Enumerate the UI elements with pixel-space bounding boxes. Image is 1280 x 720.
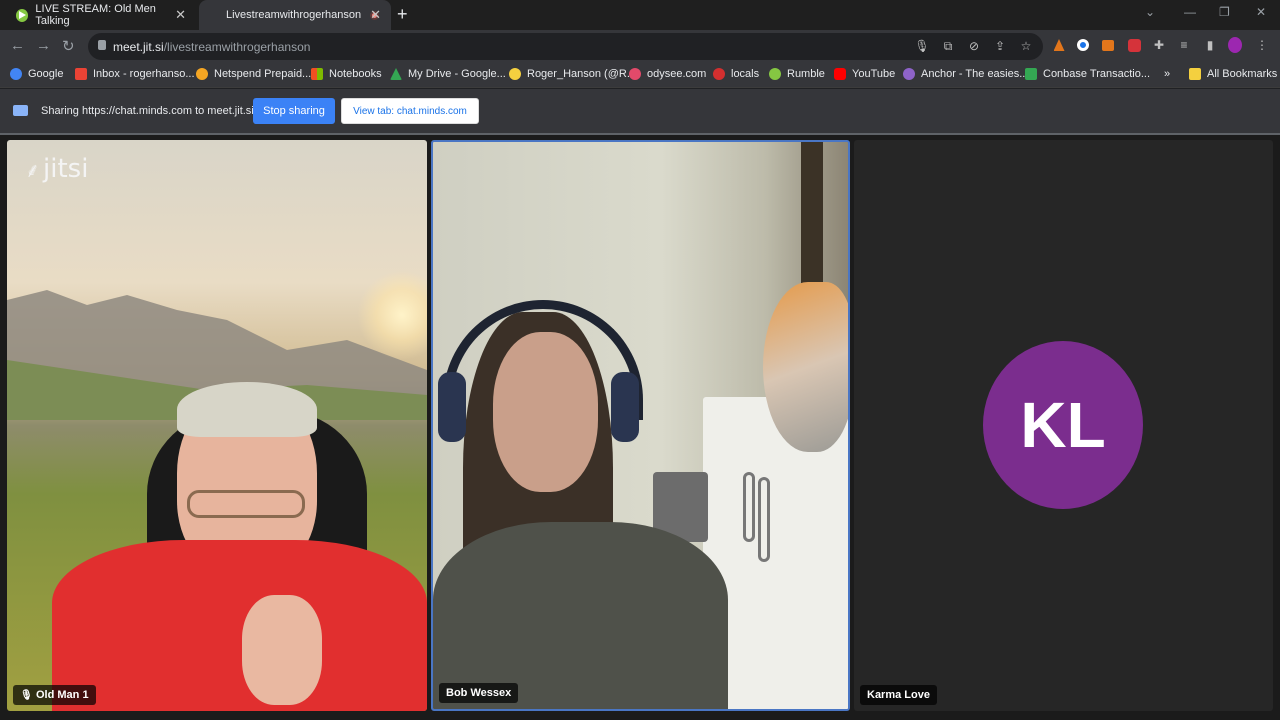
bookmark-drive[interactable]: My Drive - Google... bbox=[390, 68, 506, 80]
side-panel-icon[interactable]: ▮ bbox=[1203, 38, 1217, 52]
profile-avatar[interactable] bbox=[1228, 37, 1242, 53]
forward-icon[interactable]: → bbox=[36, 37, 51, 54]
participant-name-tag: Bob Wessex bbox=[439, 683, 519, 703]
participant-avatar: KL bbox=[983, 341, 1143, 509]
all-bookmarks[interactable]: All Bookmarks bbox=[1189, 68, 1277, 80]
bookmark-gmail[interactable]: Inbox - rogerhanso... bbox=[75, 68, 195, 80]
participant-tile-bob-wessex[interactable]: Bob Wessex bbox=[431, 140, 850, 711]
screen-share-infobar: Sharing https://chat.minds.com to meet.j… bbox=[0, 89, 1280, 133]
share-icon[interactable]: ⇪ bbox=[993, 39, 1007, 53]
tab-search-icon[interactable]: ⌄ bbox=[1145, 5, 1155, 19]
share-status-text: Sharing https://chat.minds.com to meet.j… bbox=[41, 105, 254, 117]
screen-share-icon bbox=[13, 105, 28, 116]
bookmark-star-icon[interactable]: ☆ bbox=[1019, 39, 1033, 53]
close-icon[interactable]: ✕ bbox=[370, 7, 381, 23]
tab-live-stream[interactable]: LIVE STREAM: Old Men Talking ✕ bbox=[6, 0, 196, 30]
youtube-icon bbox=[834, 68, 846, 80]
video-stage: ⸙ jitsi 🎙 Old Man 1 Bob Wessex KL Karma … bbox=[0, 135, 1280, 720]
odysee-icon bbox=[629, 68, 641, 80]
google-icon bbox=[10, 68, 22, 80]
back-icon[interactable]: ← bbox=[10, 37, 25, 54]
bookmark-roger-hanson[interactable]: Roger_Hanson (@R... bbox=[509, 68, 636, 80]
rumble-play-icon bbox=[16, 8, 29, 22]
microphone-icon[interactable]: 🎙 bbox=[914, 39, 929, 53]
drive-icon bbox=[390, 68, 402, 80]
tab-jitsi[interactable]: Livestreamwithrogerhanson ✕ bbox=[199, 0, 391, 30]
url-text: meet.jit.si/livestreamwithrogerhanson bbox=[113, 40, 311, 54]
bookmark-google[interactable]: Google bbox=[10, 68, 63, 80]
participant-name-tag: Karma Love bbox=[860, 685, 937, 705]
bookmark-notebooks[interactable]: Notebooks bbox=[311, 68, 382, 80]
participant-name-tag: 🎙 Old Man 1 bbox=[13, 685, 96, 705]
bookmark-locals[interactable]: locals bbox=[713, 68, 759, 80]
bookmark-odysee[interactable]: odysee.com bbox=[629, 68, 706, 80]
participant-tile-old-man-1[interactable]: ⸙ jitsi 🎙 Old Man 1 bbox=[7, 140, 427, 711]
bookmark-youtube[interactable]: YouTube bbox=[834, 68, 895, 80]
bookmark-anchor[interactable]: Anchor - The easies... bbox=[903, 68, 1028, 80]
metamask-icon[interactable] bbox=[1101, 38, 1115, 52]
adblock-icon[interactable] bbox=[1127, 38, 1141, 52]
netspend-icon bbox=[196, 68, 208, 80]
participant-video-old-man-1 bbox=[52, 382, 427, 711]
jitsi-logo: ⸙ jitsi bbox=[25, 154, 89, 184]
close-icon[interactable]: ✕ bbox=[175, 7, 186, 23]
anchor-icon bbox=[903, 68, 915, 80]
reload-icon[interactable]: ↻ bbox=[62, 37, 75, 55]
toolbar: ← → ↻ meet.jit.si/livestreamwithrogerhan… bbox=[0, 30, 1280, 62]
restore-icon[interactable]: ❐ bbox=[1219, 5, 1230, 19]
mic-muted-icon: 🎙 bbox=[20, 689, 33, 701]
tab-title: Livestreamwithrogerhanson bbox=[226, 9, 362, 21]
bookmark-netspend[interactable]: Netspend Prepaid... bbox=[196, 68, 311, 80]
lock-icon bbox=[98, 40, 106, 50]
browser-chrome: LIVE STREAM: Old Men Talking ✕ Livestrea… bbox=[0, 0, 1280, 135]
extension-icon[interactable] bbox=[1052, 38, 1066, 52]
folder-icon bbox=[1189, 68, 1201, 80]
bookmarks-overflow-icon[interactable]: » bbox=[1164, 68, 1170, 80]
participant-tile-karma-love[interactable]: KL Karma Love bbox=[854, 140, 1273, 711]
cabinet-handle bbox=[743, 472, 755, 542]
new-tab-icon[interactable]: + bbox=[397, 4, 408, 25]
bookmarks-bar: Google Inbox - rogerhanso... Netspend Pr… bbox=[0, 62, 1280, 88]
reading-list-icon[interactable]: ≡ bbox=[1177, 38, 1191, 52]
open-in-new-icon[interactable]: ⧉ bbox=[941, 39, 955, 53]
window-close-icon[interactable]: ✕ bbox=[1256, 5, 1266, 19]
lightbulb-icon bbox=[509, 68, 521, 80]
tab-title: LIVE STREAM: Old Men Talking bbox=[35, 3, 156, 27]
bookmark-rumble[interactable]: Rumble bbox=[769, 68, 825, 80]
sheets-icon bbox=[1025, 68, 1037, 80]
gmail-icon bbox=[75, 68, 87, 80]
tab-strip: LIVE STREAM: Old Men Talking ✕ Livestrea… bbox=[0, 0, 1280, 30]
view-tab-button[interactable]: View tab: chat.minds.com bbox=[341, 98, 479, 124]
participant-video-bob-wessex bbox=[433, 292, 733, 709]
stop-sharing-button[interactable]: Stop sharing bbox=[253, 98, 335, 124]
address-bar[interactable]: meet.jit.si/livestreamwithrogerhanson 🎙 … bbox=[88, 33, 1043, 60]
microsoft-icon bbox=[311, 68, 323, 80]
bookmark-conbase[interactable]: Conbase Transactio... bbox=[1025, 68, 1150, 80]
eye-off-icon[interactable]: ⊘ bbox=[967, 39, 981, 53]
minimize-icon[interactable]: — bbox=[1184, 5, 1196, 19]
extension-circle-icon[interactable] bbox=[1076, 38, 1090, 52]
menu-kebab-icon[interactable]: ⋮ bbox=[1255, 38, 1269, 52]
cabinet-handle bbox=[758, 477, 770, 562]
locals-icon bbox=[713, 68, 725, 80]
cat bbox=[763, 282, 848, 452]
rumble-icon bbox=[769, 68, 781, 80]
extensions-puzzle-icon[interactable]: ✚ bbox=[1152, 38, 1166, 52]
